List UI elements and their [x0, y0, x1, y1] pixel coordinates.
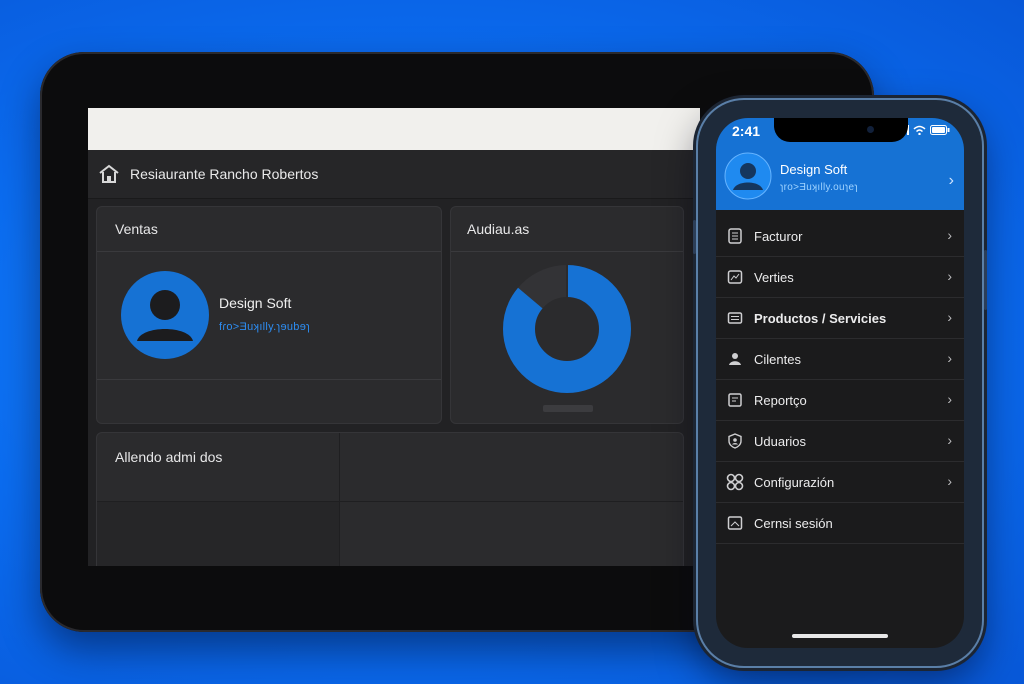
menu-item-cerrar-sesion[interactable]: Cernsi sesión	[716, 503, 964, 544]
profile-avatar-icon	[724, 152, 772, 200]
menu-item-label: Reportço	[754, 392, 807, 408]
phone-screen: 2:41 Design Soft ɿro>Ǝuʞılly.ouɿeɿ › Fac…	[716, 118, 964, 648]
home-indicator[interactable]	[792, 634, 888, 638]
browser-top-bar	[88, 108, 700, 150]
menu-item-configuracion[interactable]: Configurazión ›	[716, 462, 964, 503]
app-header: Resiaurante Rancho Robertos	[88, 150, 700, 199]
menu-item-label: Productos / Servicies	[754, 310, 887, 326]
pendientes-card-title: Allendo admi dos	[115, 449, 223, 465]
chevron-right-icon: ›	[947, 350, 952, 366]
pendientes-cell	[97, 501, 339, 566]
menu-item-clientes[interactable]: Cilentes ›	[716, 339, 964, 380]
pendientes-row-divider	[97, 501, 683, 502]
user-avatar-icon	[121, 271, 209, 359]
shield-user-icon	[726, 432, 744, 450]
chevron-right-icon: ›	[947, 268, 952, 284]
sales-icon	[726, 268, 744, 286]
profile-email: ɿro>Ǝuʞılly.ouɿeɿ	[780, 182, 858, 193]
status-time: 2:41	[732, 123, 761, 139]
menu-item-label: Cernsi sesión	[754, 515, 833, 531]
menu-item-facturacion[interactable]: Facturor ›	[716, 216, 964, 257]
auditorias-card-title: Audiau.as	[451, 207, 683, 252]
auditorias-card[interactable]: Audiau.as	[450, 206, 684, 424]
ventas-user-email: fɾo>Ǝuʞılly.ɿɘubɘɿ	[219, 321, 311, 333]
auditorias-legend-bar	[543, 405, 593, 412]
report-icon	[726, 391, 744, 409]
person-icon	[726, 350, 744, 368]
phone-notch	[774, 118, 908, 142]
profile-header[interactable]: 2:41 Design Soft ɿro>Ǝuʞılly.ouɿeɿ ›	[716, 118, 964, 210]
home-icon[interactable]	[98, 164, 120, 184]
menu-item-usuarios[interactable]: Uduarios ›	[716, 421, 964, 462]
battery-icon	[930, 125, 950, 135]
menu-item-productos[interactable]: Productos / Servicies ›	[716, 298, 964, 339]
pendientes-card[interactable]: Allendo admi dos	[96, 432, 684, 566]
menu-item-label: Configurazión	[754, 474, 835, 490]
menu-item-ventas[interactable]: Verties ›	[716, 257, 964, 298]
invoice-icon	[726, 227, 744, 245]
logout-icon	[726, 514, 744, 532]
ventas-divider	[97, 379, 441, 380]
chevron-right-icon: ›	[947, 227, 952, 243]
app-title: Resiaurante Rancho Robertos	[130, 166, 319, 182]
box-icon	[726, 309, 744, 327]
phone-power-button	[984, 250, 987, 310]
phone-volume-button	[693, 220, 696, 254]
chevron-right-icon[interactable]: ›	[949, 172, 954, 190]
menu-item-label: Uduarios	[754, 433, 807, 449]
tablet-screen: Resiaurante Rancho Robertos Ventas Desig…	[88, 108, 700, 566]
ventas-card-title: Ventas	[97, 207, 441, 252]
menu-item-label: Verties	[754, 269, 794, 285]
chevron-right-icon: ›	[947, 432, 952, 448]
pendientes-column-divider	[339, 433, 340, 566]
camera-icon	[867, 126, 874, 133]
menu-item-reportes[interactable]: Reportço ›	[716, 380, 964, 421]
donut-chart	[503, 265, 631, 393]
gear-icon	[726, 473, 744, 491]
chevron-right-icon: ›	[947, 473, 952, 489]
ventas-user-name: Design Soft	[219, 295, 292, 311]
ventas-card[interactable]: Ventas Design Soft fɾo>Ǝuʞılly.ɿɘubɘɿ	[96, 206, 442, 424]
profile-name: Design Soft	[780, 162, 848, 177]
wifi-icon	[913, 125, 926, 135]
menu-item-label: Cilentes	[754, 351, 801, 367]
side-menu: Facturor › Verties › Productos / Servici…	[716, 216, 964, 544]
chevron-right-icon: ›	[947, 309, 952, 325]
chevron-right-icon: ›	[947, 391, 952, 407]
phone-device: 2:41 Design Soft ɿro>Ǝuʞılly.ouɿeɿ › Fac…	[693, 100, 987, 666]
menu-item-label: Facturor	[754, 228, 803, 244]
